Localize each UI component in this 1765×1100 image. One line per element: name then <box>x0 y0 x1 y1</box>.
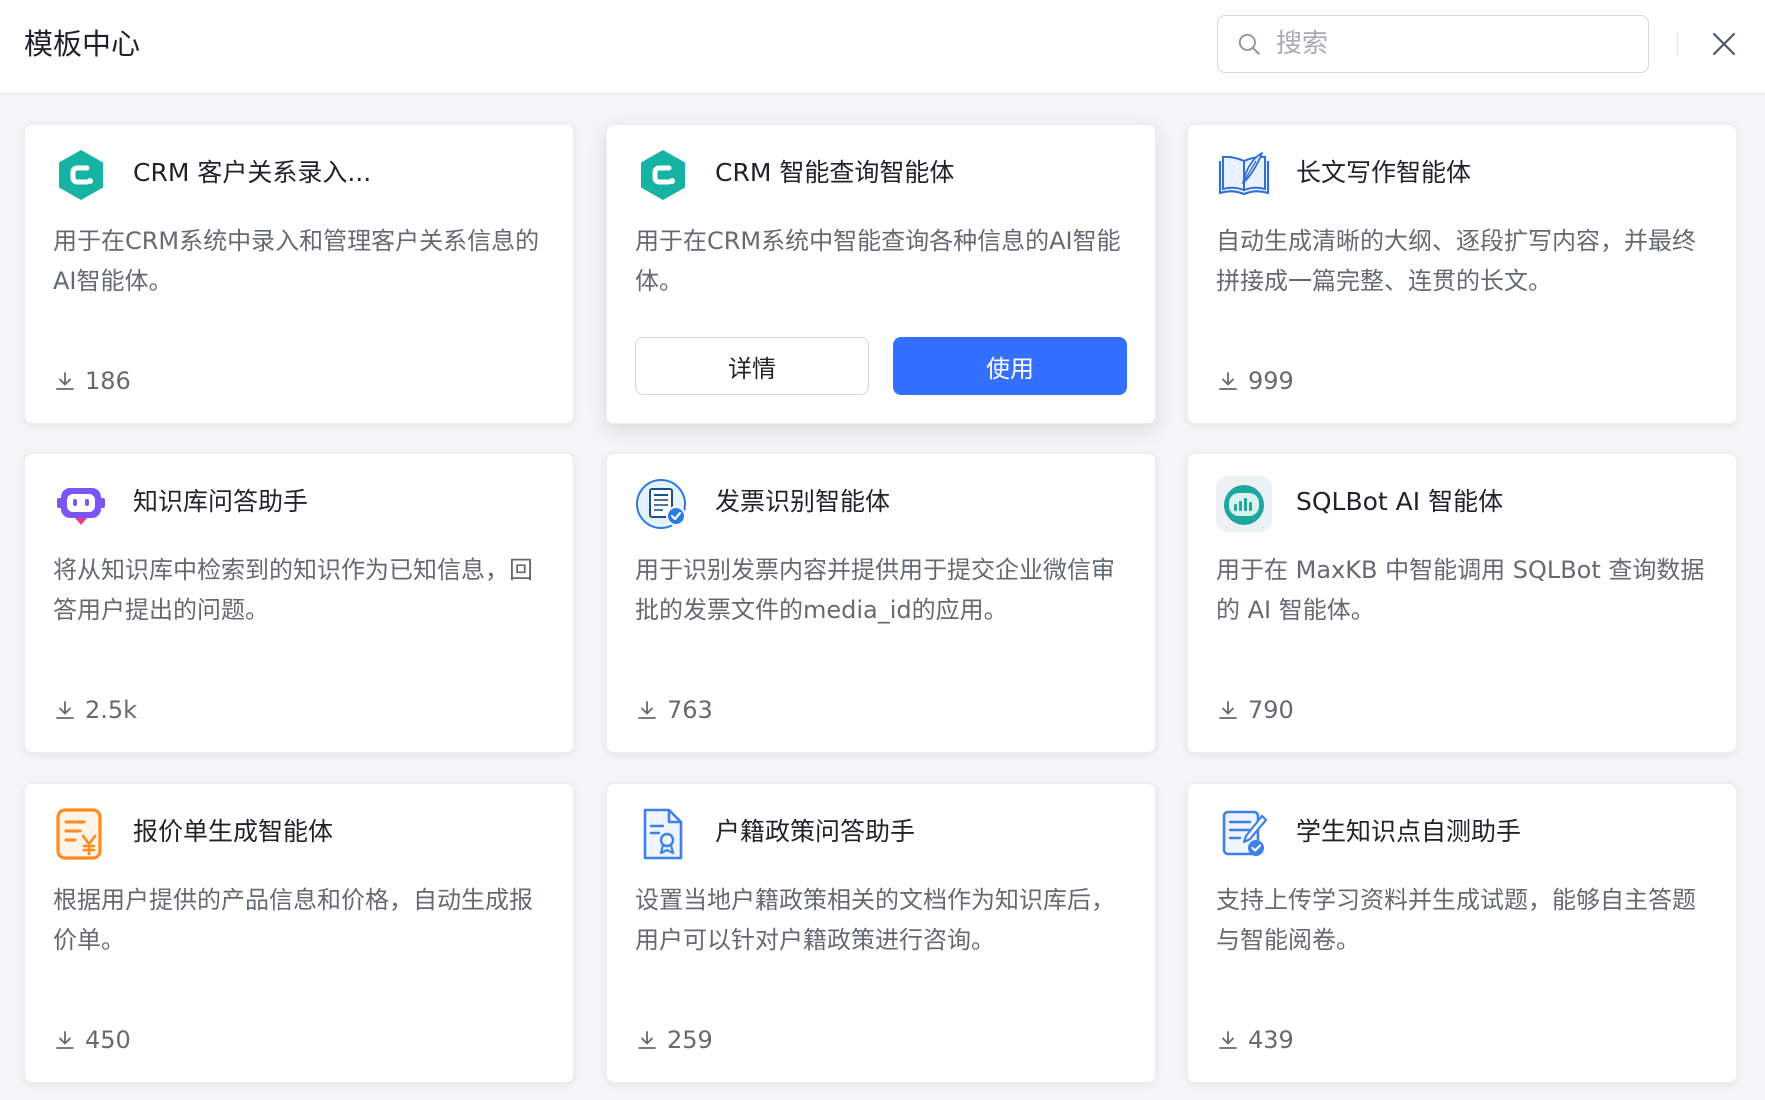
download-count-value: 450 <box>85 1026 131 1054</box>
card-title: CRM 客户关系录入... <box>133 158 372 187</box>
card-description: 用于在 MaxKB 中智能调用 SQLBot 查询数据的 AI 智能体。 <box>1216 556 1705 624</box>
book-quill-icon <box>1218 152 1270 196</box>
card-title: 户籍政策问答助手 <box>715 817 916 846</box>
download-count: 259 <box>635 1026 713 1054</box>
use-button[interactable]: 使用 <box>893 337 1127 395</box>
robot-icon <box>57 488 105 525</box>
template-card-kb-qa[interactable]: 知识库问答助手 将从知识库中检索到的知识作为已知信息，回答用户提出的问题。 2.… <box>24 453 574 753</box>
download-count-value: 2.5k <box>85 696 138 724</box>
quote-icon <box>56 808 102 860</box>
download-count-value: 763 <box>667 696 713 724</box>
download-count: 439 <box>1216 1026 1294 1054</box>
card-title: 报价单生成智能体 <box>133 817 334 846</box>
download-count: 999 <box>1216 367 1294 395</box>
download-icon <box>1219 372 1237 390</box>
search-input[interactable] <box>1276 29 1616 59</box>
card-title: 学生知识点自测助手 <box>1296 817 1522 846</box>
template-card-student-selftest[interactable]: 学生知识点自测助手 支持上传学习资料并生成试题，能够自主答题与智能阅卷。 439 <box>1187 783 1737 1083</box>
crm-logo-icon <box>59 150 103 200</box>
template-card-invoice[interactable]: 发票识别智能体 用于识别发票内容并提供用于提交企业微信审批的发票文件的media… <box>606 453 1156 753</box>
download-count-value: 999 <box>1248 367 1294 395</box>
template-card-crm-query[interactable]: CRM 智能查询智能体 用于在CRM系统中智能查询各种信息的AI智能体。 详情 … <box>606 124 1156 424</box>
template-card-crm-entry[interactable]: CRM 客户关系录入... 用于在CRM系统中录入和管理客户关系信息的AI智能体… <box>24 124 574 424</box>
card-title: 长文写作智能体 <box>1296 158 1472 187</box>
card-description: 用于在CRM系统中录入和管理客户关系信息的AI智能体。 <box>53 227 540 295</box>
download-count-value: 790 <box>1248 696 1294 724</box>
page-title: 模板中心 <box>24 27 141 61</box>
card-description: 将从知识库中检索到的知识作为已知信息，回答用户提出的问题。 <box>53 556 533 624</box>
card-actions: 详情 使用 <box>635 337 1127 395</box>
document-badge-icon <box>643 808 683 860</box>
card-title: SQLBot AI 智能体 <box>1296 487 1504 516</box>
download-count-value: 259 <box>667 1026 713 1054</box>
card-description: 用于在CRM系统中智能查询各种信息的AI智能体。 <box>635 227 1121 295</box>
template-card-household-policy[interactable]: 户籍政策问答助手 设置当地户籍政策相关的文档作为知识库后，用户可以针对户籍政策进… <box>606 783 1156 1083</box>
search-icon <box>1238 33 1260 55</box>
template-card-quote[interactable]: 报价单生成智能体 根据用户提供的产品信息和价格，自动生成报价单。 450 <box>24 783 574 1083</box>
download-icon <box>56 701 74 719</box>
checklist-icon <box>1222 810 1268 856</box>
template-card-sqlbot[interactable]: SQLBot AI 智能体 用于在 MaxKB 中智能调用 SQLBot 查询数… <box>1187 453 1737 753</box>
sqlbot-icon <box>1216 476 1272 532</box>
card-title: 知识库问答助手 <box>133 487 309 516</box>
header-divider <box>1677 32 1678 56</box>
download-count-value: 439 <box>1248 1026 1294 1054</box>
download-icon <box>638 701 656 719</box>
close-icon[interactable] <box>1708 28 1740 60</box>
detail-button[interactable]: 详情 <box>635 337 869 395</box>
template-card-long-writing[interactable]: 长文写作智能体 自动生成清晰的大纲、逐段扩写内容，并最终拼接成一篇完整、连贯的长… <box>1187 124 1737 424</box>
download-icon <box>56 1031 74 1049</box>
download-count-value: 186 <box>85 367 131 395</box>
download-count: 186 <box>53 367 131 395</box>
card-title: CRM 智能查询智能体 <box>715 158 955 187</box>
download-icon <box>638 1031 656 1049</box>
download-count: 450 <box>53 1026 131 1054</box>
search-box[interactable] <box>1217 15 1649 73</box>
template-center-header: 模板中心 <box>0 0 1765 94</box>
download-count: 790 <box>1216 696 1294 724</box>
card-description: 设置当地户籍政策相关的文档作为知识库后，用户可以针对户籍政策进行咨询。 <box>635 886 1115 954</box>
download-count: 763 <box>635 696 713 724</box>
download-icon <box>56 372 74 390</box>
invoice-icon <box>636 479 686 529</box>
card-title: 发票识别智能体 <box>715 487 891 516</box>
card-description: 根据用户提供的产品信息和价格，自动生成报价单。 <box>53 886 533 954</box>
card-description: 用于识别发票内容并提供用于提交企业微信审批的发票文件的media_id的应用。 <box>635 556 1115 624</box>
crm-logo-icon <box>641 150 685 200</box>
card-description: 自动生成清晰的大纲、逐段扩写内容，并最终拼接成一篇完整、连贯的长文。 <box>1216 227 1696 295</box>
download-icon <box>1219 1031 1237 1049</box>
card-description: 支持上传学习资料并生成试题，能够自主答题与智能阅卷。 <box>1216 886 1696 954</box>
download-icon <box>1219 701 1237 719</box>
download-count: 2.5k <box>53 696 137 724</box>
